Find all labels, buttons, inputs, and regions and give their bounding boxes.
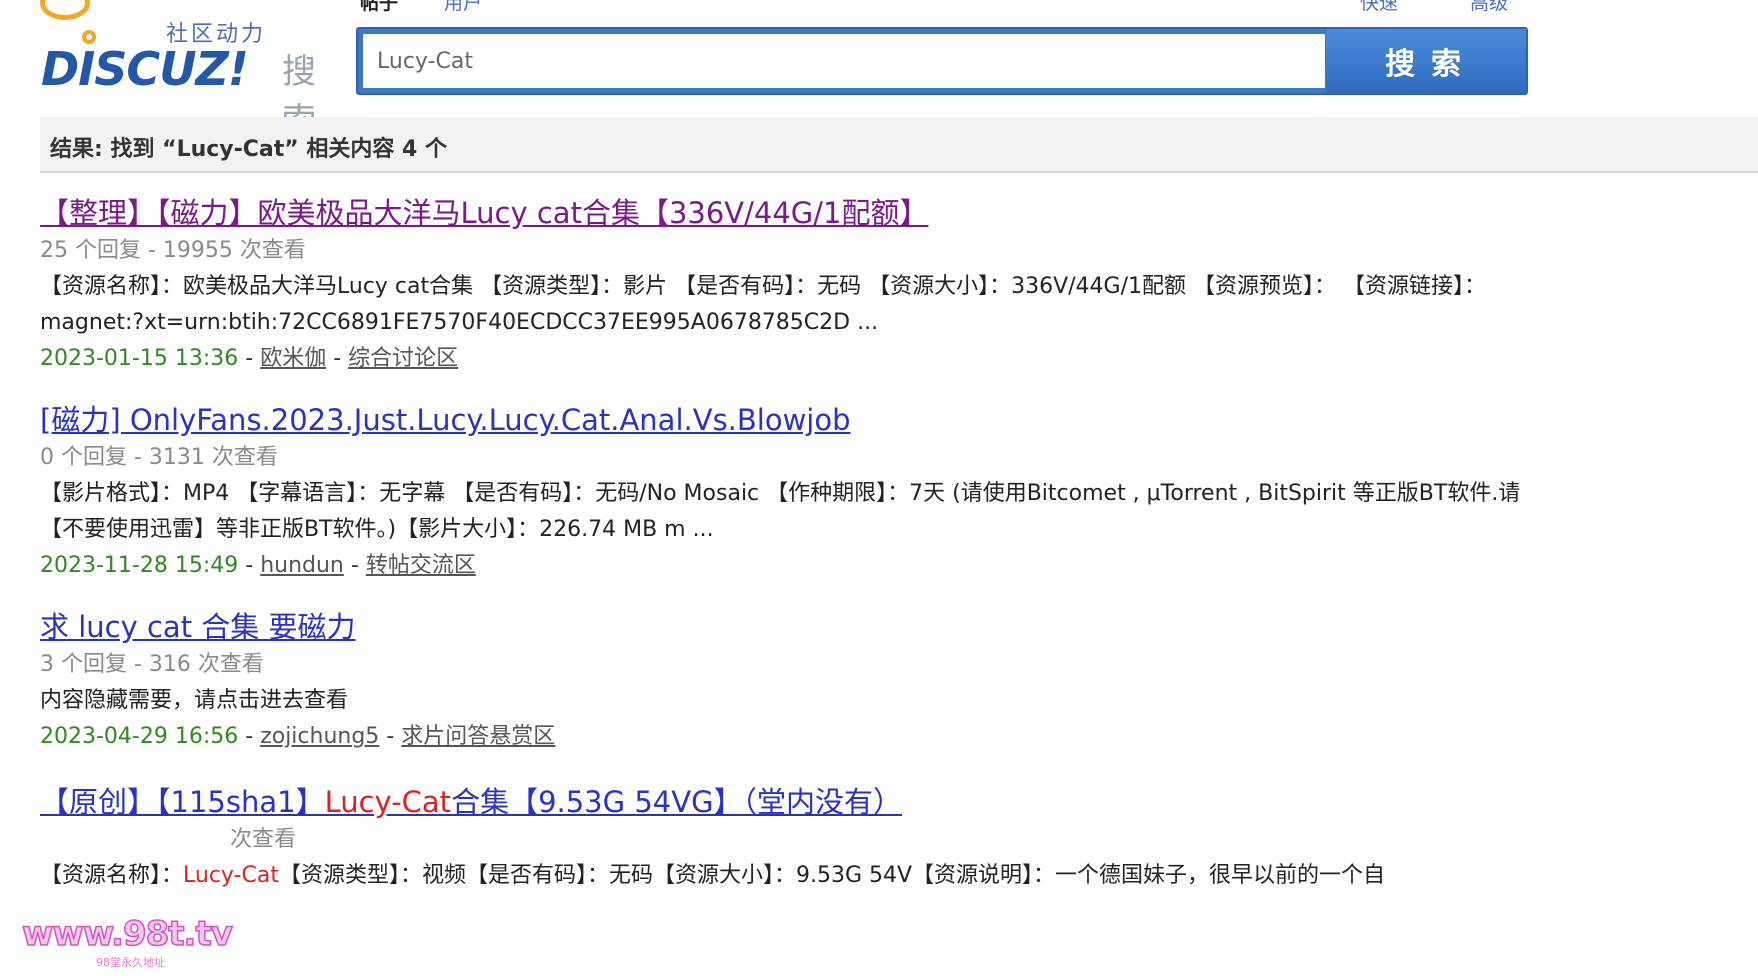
result-date: 2023-11-28 15:49 bbox=[40, 553, 239, 578]
result-title-suffix: 合集【9.53G 54VG】（堂内没有） bbox=[451, 785, 903, 819]
result-info: 2023-04-29 16:56 - zojichung5 - 求片问答悬赏区 bbox=[40, 719, 1600, 755]
result-item: 求 lucy cat 合集 要磁力 3 个回复 - 316 次查看 内容隐藏需要… bbox=[40, 607, 1600, 755]
site-watermark: www.98t.tv bbox=[21, 913, 233, 955]
search-input[interactable] bbox=[363, 34, 1325, 88]
result-date: 2023-01-15 13:36 bbox=[40, 346, 239, 371]
result-date: 2023-04-29 16:56 bbox=[40, 724, 239, 749]
separator: - bbox=[245, 553, 261, 578]
advanced-search-link[interactable]: 高级 bbox=[1470, 0, 1508, 15]
chevron-down-icon: ▾ bbox=[1370, 0, 1376, 1]
discuz-logo[interactable]: 社区动力 DISCUZ! 搜索 bbox=[36, 0, 316, 141]
result-forum-link[interactable]: 转帖交流区 bbox=[366, 553, 476, 578]
results-header: 结果: 找到 “Lucy-Cat” 相关内容 4 个 bbox=[40, 117, 1758, 173]
result-stats: 25 个回复 - 19955 次查看 bbox=[40, 238, 306, 263]
result-title-link[interactable]: 【整理】【磁力】欧美极品大洋马Lucy cat合集【336V/44G/1配额】 bbox=[40, 193, 1600, 233]
result-author-link[interactable]: hundun bbox=[260, 553, 344, 578]
logo-brand: DISCUZ! bbox=[41, 42, 249, 96]
result-title-highlight: Lucy-Cat bbox=[324, 785, 452, 819]
separator: - bbox=[386, 724, 402, 749]
result-title-prefix: 【原创】【115sha1】 bbox=[40, 785, 325, 819]
result-snippet-highlight: Lucy-Cat bbox=[183, 863, 279, 888]
results-summary: 结果: 找到 “Lucy-Cat” 相关内容 4 个 bbox=[50, 137, 448, 162]
result-snippet-suffix: 【资源类型】：视频【是否有码】：无码【资源大小】：9.53G 54V【资源说明】… bbox=[278, 863, 1386, 888]
logo-bubble-icon bbox=[40, 0, 90, 20]
result-stats: 0 个回复 - 3131 次查看 bbox=[40, 445, 278, 470]
result-author-link[interactable]: zojichung5 bbox=[260, 724, 379, 749]
result-forum-link[interactable]: 求片问答悬赏区 bbox=[401, 724, 555, 749]
search-bar: 搜索 bbox=[356, 27, 1528, 95]
result-snippet: 内容隐藏需要，请点击进去查看 bbox=[40, 688, 349, 713]
result-item: 【原创】【115sha1】Lucy-Cat合集【9.53G 54VG】（堂内没有… bbox=[40, 782, 1600, 894]
result-info: 2023-11-28 15:49 - hundun - 转帖交流区 bbox=[40, 548, 1600, 584]
tab-posts[interactable]: 帖子 bbox=[360, 0, 398, 15]
result-snippet: 【影片格式】：MP4 【字幕语言】：无字幕 【是否有码】：无码/No Mosai… bbox=[40, 481, 1521, 542]
site-watermark-sub: 98堂永久地址 bbox=[96, 956, 165, 969]
result-info: 2023-01-15 13:36 - 欧米伽 - 综合讨论区 bbox=[40, 341, 1600, 377]
result-snippet-prefix: 【资源名称】： bbox=[40, 863, 184, 888]
fast-search-label: 快速 bbox=[1360, 0, 1399, 14]
tab-users[interactable]: 用户 bbox=[444, 0, 482, 15]
result-title-link[interactable]: 求 lucy cat 合集 要磁力 bbox=[40, 607, 1600, 647]
result-snippet: 【资源名称】：欧美极品大洋马Lucy cat合集 【资源类型】：影片 【是否有码… bbox=[40, 274, 1486, 335]
result-title-link[interactable]: 【原创】【115sha1】Lucy-Cat合集【9.53G 54VG】（堂内没有… bbox=[40, 782, 1600, 822]
separator: - bbox=[350, 553, 366, 578]
result-item: 【整理】【磁力】欧美极品大洋马Lucy cat合集【336V/44G/1配额】 … bbox=[40, 193, 1600, 377]
separator: - bbox=[245, 346, 261, 371]
separator: - bbox=[245, 724, 261, 749]
result-title-link[interactable]: [磁力] OnlyFans.2023.Just.Lucy.Lucy.Cat.An… bbox=[40, 400, 1600, 440]
result-author-link[interactable]: 欧米伽 bbox=[260, 346, 326, 371]
result-stats: 次查看 bbox=[230, 827, 297, 852]
result-snippet: 【资源名称】：Lucy-Cat【资源类型】：视频【是否有码】：无码【资源大小】：… bbox=[40, 858, 1560, 894]
result-stats: 3 个回复 - 316 次查看 bbox=[40, 652, 264, 677]
result-item: [磁力] OnlyFans.2023.Just.Lucy.Lucy.Cat.An… bbox=[40, 400, 1600, 584]
result-forum-link[interactable]: 综合讨论区 bbox=[348, 346, 458, 371]
search-button[interactable]: 搜索 bbox=[1326, 29, 1526, 93]
separator: - bbox=[333, 346, 349, 371]
